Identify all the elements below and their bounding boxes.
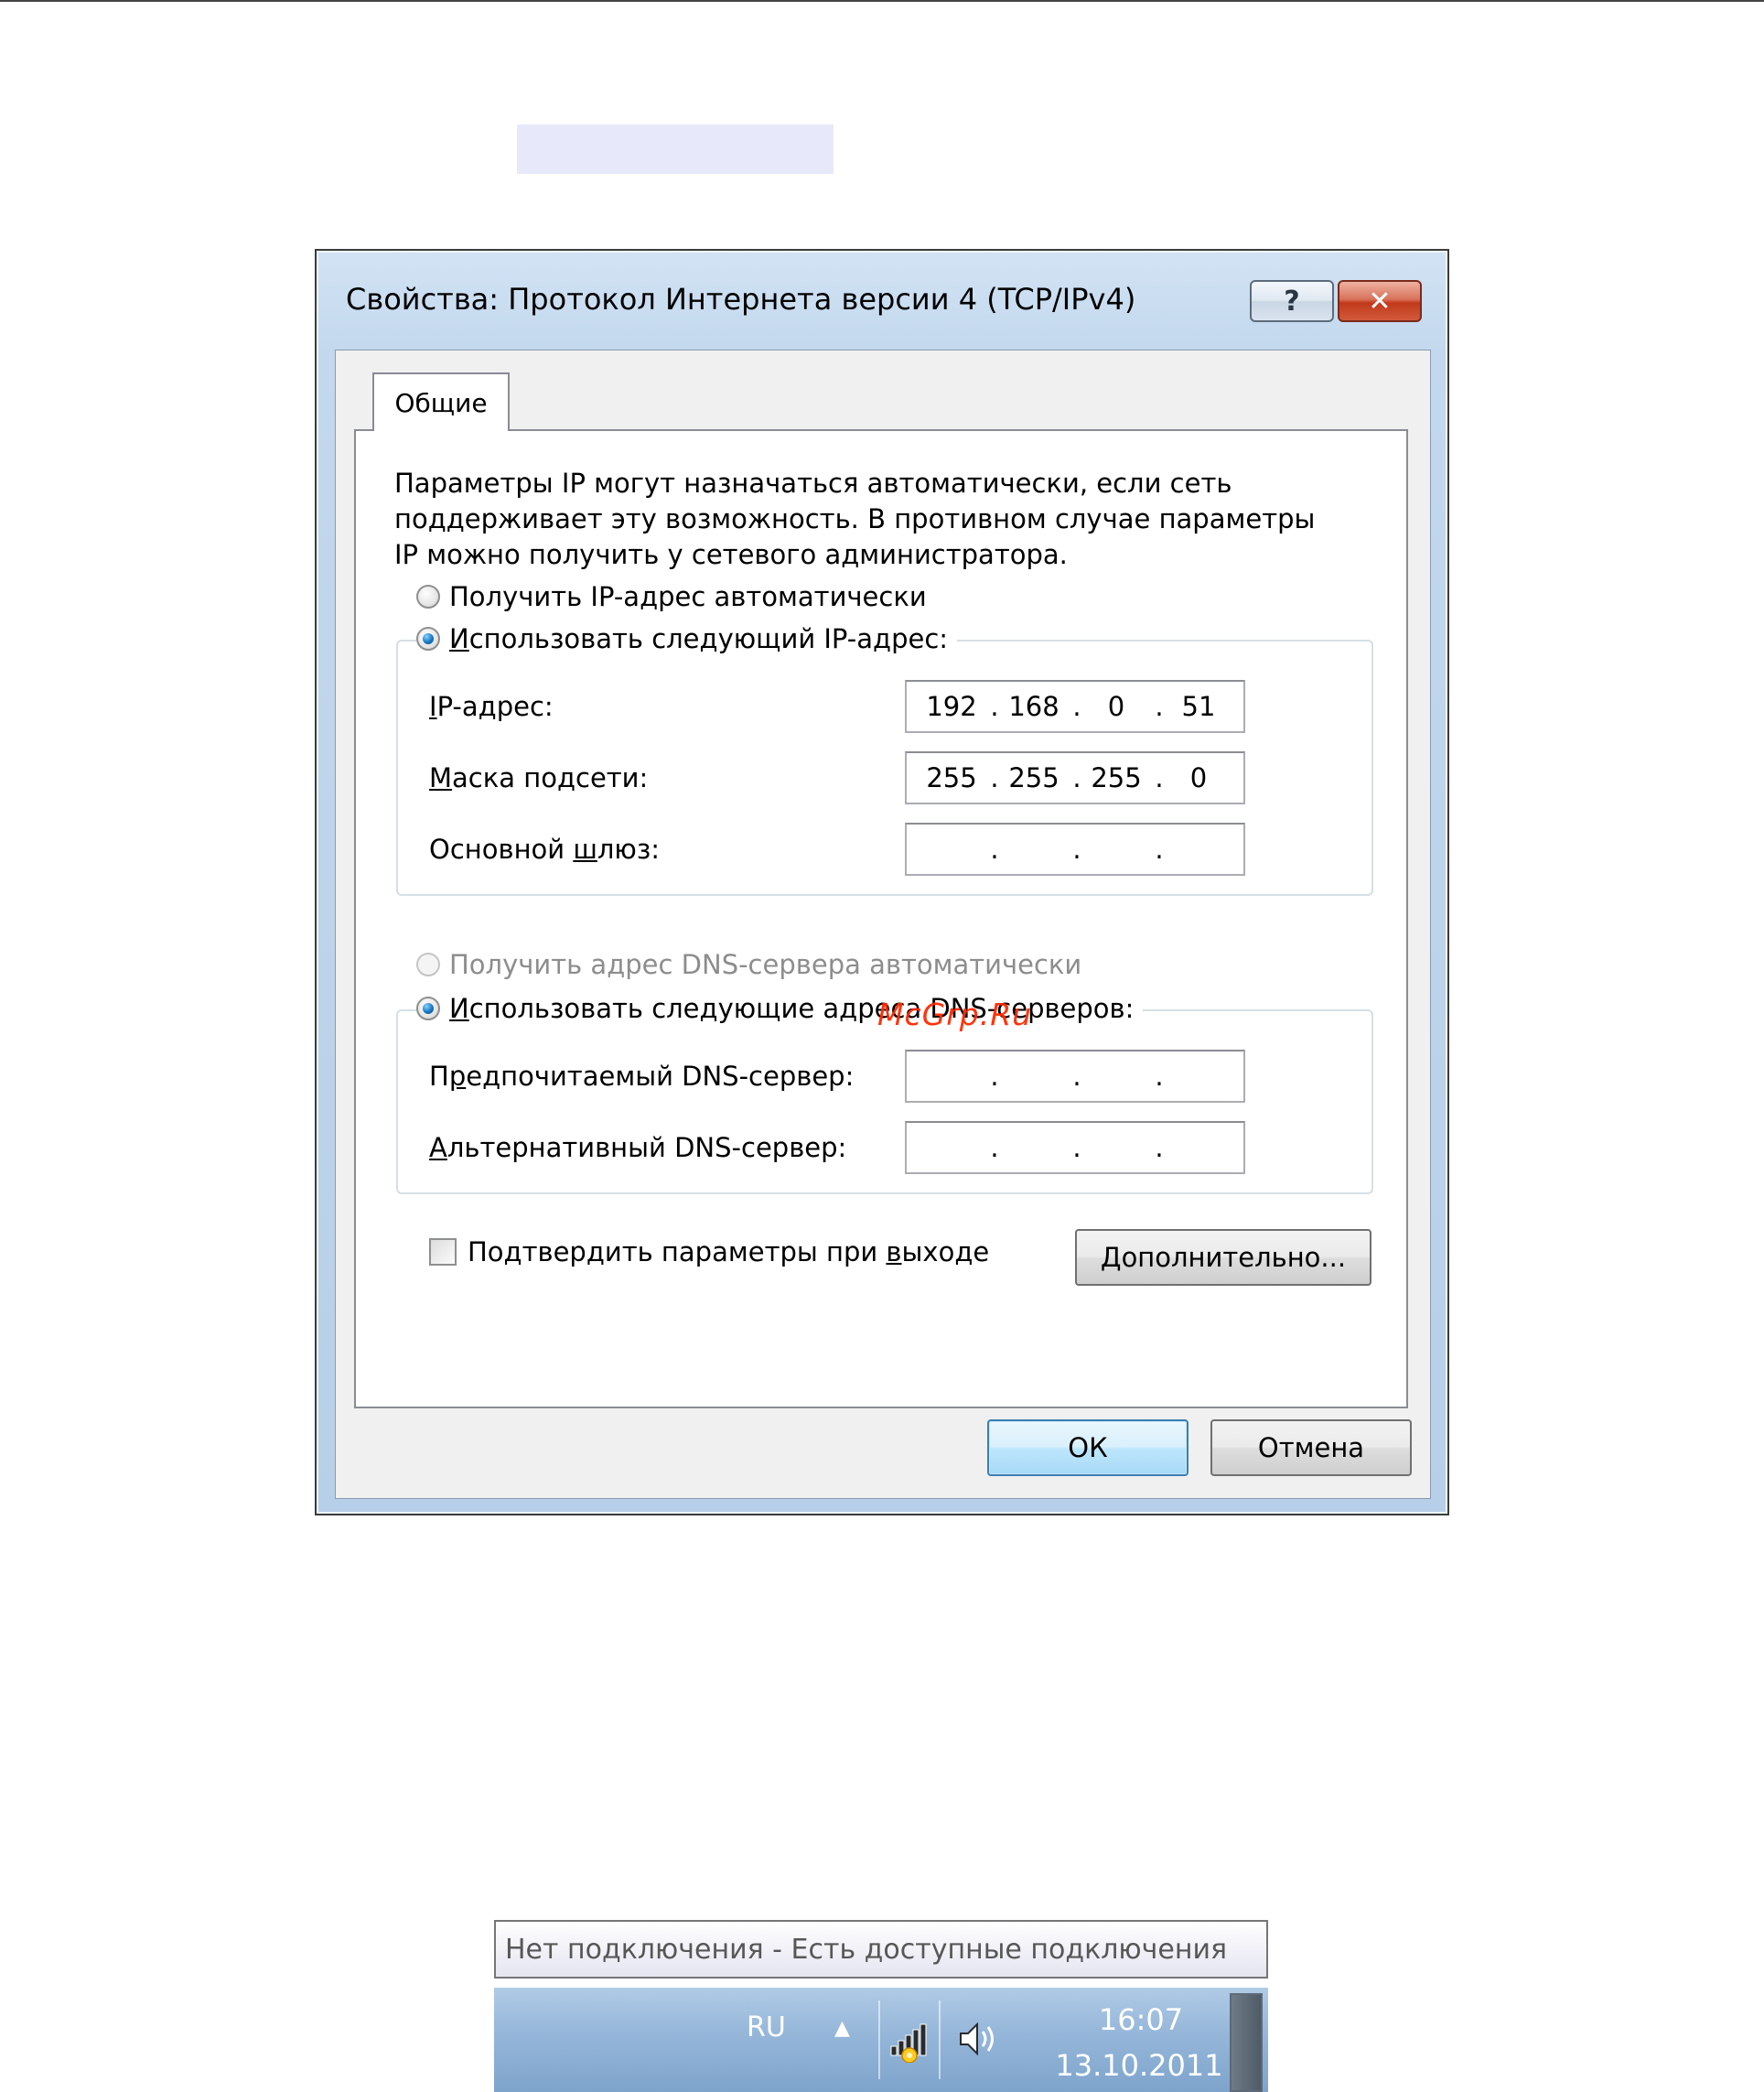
- ip-address-octet-3: 0: [1107, 691, 1125, 722]
- octet-separator: .: [1072, 1132, 1081, 1163]
- volume-icon[interactable]: [957, 2019, 1003, 2059]
- language-indicator[interactable]: RU: [747, 2011, 786, 2043]
- octet-separator: .: [1072, 1061, 1081, 1092]
- taskbar-notification-area: RU ▲ 16:07 13.10.2011: [494, 1988, 1268, 2092]
- ip-address-octet-1: 192: [926, 691, 977, 722]
- alternate-dns-label: Альтернативный DNS-сервер:: [429, 1132, 847, 1163]
- highlight-box: [517, 124, 834, 174]
- octet-separator: .: [1155, 1132, 1164, 1163]
- radio-ip-manual-indicator[interactable]: [416, 627, 440, 651]
- watermark-text: McGrp.Ru: [877, 997, 1033, 1032]
- dialog-title: Свойства: Протокол Интернета версии 4 (T…: [346, 282, 1136, 317]
- gateway-label: Основной шлюз:: [429, 834, 661, 865]
- octet-separator: .: [990, 691, 999, 722]
- ip-address-input[interactable]: 192 . 168 . 0 . 51: [905, 680, 1245, 733]
- subnet-mask-octet-1: 255: [926, 762, 977, 793]
- octet-separator: .: [1155, 834, 1164, 865]
- octet-separator: .: [990, 1061, 999, 1092]
- dns-settings-group: Предпочитаемый DNS-сервер: . . . Альтерн…: [396, 1009, 1373, 1194]
- subnet-mask-octet-2: 255: [1008, 762, 1059, 793]
- octet-separator: .: [1155, 1061, 1164, 1092]
- radio-dns-auto[interactable]: Получить адрес DNS-сервера автоматически: [416, 949, 1092, 980]
- clock-time[interactable]: 16:07: [1054, 2002, 1228, 2037]
- help-icon: ?: [1284, 285, 1300, 318]
- advanced-button-label: Дополнительно...: [1100, 1242, 1347, 1273]
- help-button[interactable]: ?: [1250, 280, 1334, 322]
- octet-separator: .: [990, 1132, 999, 1163]
- octet-separator: .: [1155, 762, 1164, 793]
- ip-address-label: IP-адрес:: [429, 691, 554, 722]
- dialog-client-area: Общие Параметры IP могут назначаться авт…: [335, 350, 1431, 1499]
- validate-on-exit-label: Подтвердить параметры при выходе: [468, 1236, 990, 1267]
- close-icon: ✕: [1368, 285, 1392, 318]
- radio-dns-manual-indicator[interactable]: [416, 997, 440, 1020]
- tab-general[interactable]: Общие: [372, 372, 510, 431]
- octet-separator: .: [1072, 691, 1081, 722]
- cancel-button[interactable]: Отмена: [1210, 1419, 1412, 1476]
- subnet-mask-octet-3: 255: [1091, 762, 1142, 793]
- octet-separator: .: [990, 762, 999, 793]
- network-icon[interactable]: [889, 2019, 931, 2063]
- octet-separator: .: [990, 834, 999, 865]
- octet-separator: .: [1155, 691, 1164, 722]
- page-top-rule: [0, 0, 1764, 2]
- tray-divider: [939, 2000, 941, 2079]
- radio-ip-auto[interactable]: Получить IP-адрес автоматически: [416, 581, 936, 612]
- preferred-dns-input[interactable]: . . .: [905, 1050, 1245, 1103]
- radio-ip-manual[interactable]: Использовать следующий IP-адрес:: [416, 623, 958, 654]
- show-desktop-button[interactable]: [1230, 1993, 1263, 2092]
- ipv4-properties-dialog: Свойства: Протокол Интернета версии 4 (T…: [315, 249, 1449, 1515]
- octet-separator: .: [1072, 834, 1081, 865]
- subnet-mask-label: Маска подсети:: [429, 762, 649, 793]
- octet-separator: .: [1072, 762, 1081, 793]
- show-hidden-icons-icon[interactable]: ▲: [834, 2017, 850, 2040]
- ip-address-octet-2: 168: [1008, 691, 1059, 722]
- description-text: Параметры IP могут назначаться автоматич…: [394, 468, 1316, 570]
- gateway-input[interactable]: . . .: [905, 823, 1245, 876]
- ok-button[interactable]: ОК: [987, 1419, 1189, 1476]
- preferred-dns-label: Предпочитаемый DNS-сервер:: [429, 1061, 855, 1092]
- alternate-dns-input[interactable]: . . .: [905, 1121, 1245, 1174]
- subnet-mask-input[interactable]: 255 . 255 . 255 . 0: [905, 751, 1245, 804]
- radio-ip-auto-label: Получить IP-адрес автоматически: [449, 581, 927, 612]
- radio-dns-auto-indicator[interactable]: [416, 953, 440, 976]
- ip-address-octet-4: 51: [1181, 691, 1216, 722]
- tab-panel-general: Параметры IP могут назначаться автоматич…: [354, 429, 1408, 1408]
- tray-divider: [878, 2000, 880, 2079]
- radio-ip-auto-indicator[interactable]: [416, 585, 440, 609]
- network-status-tooltip: Нет подключения - Есть доступные подключ…: [494, 1920, 1268, 1979]
- ip-settings-group: IP-адрес: 192 . 168 . 0 . 51 Маска подсе…: [396, 640, 1373, 896]
- radio-dns-auto-label: Получить адрес DNS-сервера автоматически: [449, 949, 1082, 980]
- radio-ip-manual-label: Использовать следующий IP-адрес:: [449, 623, 949, 654]
- close-button[interactable]: ✕: [1338, 280, 1422, 322]
- validate-on-exit-checkbox[interactable]: [429, 1238, 457, 1266]
- validate-on-exit-checkbox-row[interactable]: Подтвердить параметры при выходе: [429, 1236, 989, 1267]
- radio-dns-manual[interactable]: Использовать следующие адреса DNS-сервер…: [416, 993, 1144, 1024]
- clock-date[interactable]: 13.10.2011: [1043, 2048, 1235, 2083]
- advanced-button[interactable]: Дополнительно...: [1075, 1229, 1371, 1286]
- subnet-mask-octet-4: 0: [1189, 762, 1208, 793]
